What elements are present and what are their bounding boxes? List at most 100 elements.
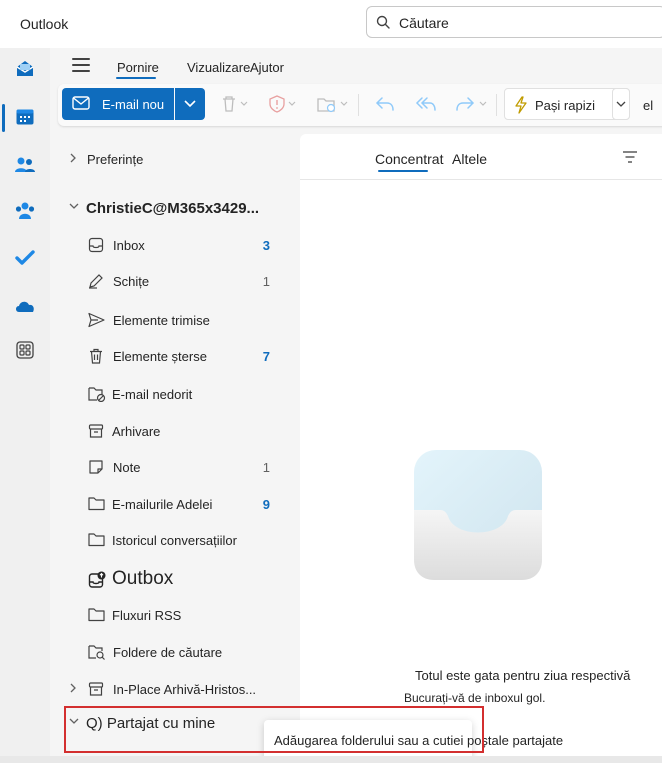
folder-icon (88, 496, 105, 516)
unread-count: 7 (262, 349, 270, 364)
folder-label: Fluxuri RSS (112, 608, 182, 623)
folder-item-drafts[interactable]: Schițe 1 (50, 266, 300, 296)
app-rail (0, 48, 50, 763)
new-mail-label: E-mail nou (102, 97, 165, 112)
onedrive-app-icon[interactable] (13, 294, 37, 318)
todo-app-icon[interactable] (13, 246, 37, 270)
groups-app-icon[interactable] (13, 199, 37, 223)
item-count: 1 (262, 274, 270, 289)
folder-label: E-mail nedorit (112, 387, 193, 402)
item-count: 1 (262, 460, 270, 475)
toolbar-separator (358, 94, 359, 116)
more-apps-icon[interactable] (13, 338, 37, 362)
tab-active-indicator (116, 77, 156, 79)
filter-icon[interactable] (622, 150, 638, 168)
search-icon (376, 15, 390, 34)
folder-item-junk[interactable]: E-mail nedorit (50, 379, 300, 409)
quick-steps-label: Pași rapizi (535, 98, 595, 113)
mail-icon (72, 96, 90, 115)
app-title: Outlook (20, 16, 69, 32)
chevron-right-icon (70, 683, 76, 693)
folder-item-adela[interactable]: E-mailurile Adelei 9 (50, 489, 300, 519)
folder-item-conversation-history[interactable]: Istoricul conversațiilor (50, 525, 300, 555)
chevron-down-icon (616, 101, 626, 107)
reply-all-icon[interactable] (414, 95, 438, 118)
folder-label: E-mailurile Adelei (112, 497, 213, 512)
folder-label: Elemente șterse (113, 349, 207, 364)
folder-item-deleted[interactable]: Elemente șterse 7 (50, 341, 300, 371)
message-list-pane: Concentrat Altele Totul este gata pentru… (300, 134, 662, 763)
archive-icon (88, 423, 104, 444)
folder-item-search-folders[interactable]: Foldere de căutare (50, 637, 300, 667)
drafts-icon (88, 273, 104, 294)
folder-item-sent[interactable]: Elemente trimise (50, 305, 300, 335)
folder-item-rss[interactable]: Fluxuri RSS (50, 600, 300, 630)
reply-icon[interactable] (374, 95, 396, 118)
folder-label: Arhivare (112, 424, 161, 439)
folder-icon (88, 607, 105, 627)
folder-item-notes[interactable]: Note 1 (50, 452, 300, 482)
quick-steps-dropdown[interactable] (612, 88, 630, 120)
empty-state-subtitle: Bucurați-vă de inboxul gol. (404, 691, 546, 705)
forward-icon[interactable] (454, 95, 490, 118)
unread-count: 3 (262, 238, 270, 253)
new-mail-button[interactable]: E-mail nou (62, 88, 174, 120)
folder-label: Schițe (113, 274, 150, 289)
folder-label: Inbox (113, 238, 145, 253)
search-input[interactable]: Căutare (399, 15, 449, 31)
tab-focused[interactable]: Concentrat (375, 151, 443, 167)
pane-divider (300, 179, 662, 180)
tab-view[interactable]: Vizualizare (187, 60, 250, 75)
people-app-icon[interactable] (13, 153, 37, 177)
folder-label: Foldere de căutare (113, 645, 223, 660)
toolbar-separator (496, 94, 497, 116)
chevron-down-icon (184, 100, 196, 108)
tab-help[interactable]: Ajutor (250, 60, 284, 75)
folder-label: Elemente trimise (113, 313, 210, 328)
rail-active-indicator (2, 104, 5, 132)
move-to-folder-icon[interactable] (316, 95, 350, 118)
trash-icon (88, 348, 104, 369)
folder-item-inbox[interactable]: Inbox 3 (50, 230, 300, 260)
outbox-icon (88, 571, 106, 594)
folder-item-outbox[interactable]: Outbox (50, 562, 300, 598)
toolbar-overflow-label[interactable]: el (643, 98, 653, 113)
search-box[interactable]: Căutare (366, 6, 662, 38)
account-row[interactable]: ChristieC@M365x3429... (50, 193, 300, 223)
calendar-app-icon[interactable] (13, 105, 37, 129)
bottom-strip (0, 756, 662, 763)
folder-label: Note (113, 460, 141, 475)
chevron-down-icon (69, 203, 79, 209)
new-mail-dropdown-button[interactable] (175, 88, 205, 120)
focused-tab-indicator (378, 170, 428, 172)
inbox-icon (88, 237, 104, 258)
in-place-archive-label: In-Place Arhivă-Hristos... (113, 682, 257, 697)
note-icon (88, 459, 104, 480)
lightning-icon (515, 96, 527, 114)
ribbon-tabs: Pornire Vizualizare Ajutor (50, 48, 662, 84)
tab-other[interactable]: Altele (452, 151, 487, 167)
preferences-label: Preferințe (87, 152, 144, 167)
main-area: Pornire Vizualizare Ajutor E-mail nou Pa… (50, 48, 662, 763)
mail-app-icon[interactable] (13, 57, 37, 81)
folder-label: Outbox (112, 568, 174, 589)
folder-label: Istoricul conversațiilor (112, 533, 237, 548)
ribbon-toolbar: E-mail nou Pași rapizi el (58, 84, 662, 126)
folder-pane: Preferințe ChristieC@M365x3429... Inbox … (50, 134, 300, 763)
sent-icon (88, 312, 105, 333)
empty-inbox-illustration (410, 450, 546, 589)
unread-count: 9 (262, 497, 270, 512)
preferences-row[interactable]: Preferințe (50, 144, 300, 174)
folder-item-archive[interactable]: Arhivare (50, 416, 300, 446)
in-place-archive-row[interactable]: In-Place Arhivă-Hristos... (50, 674, 300, 704)
title-bar: Outlook Căutare (0, 0, 662, 48)
delete-icon[interactable] (220, 95, 250, 118)
archive-icon (88, 681, 104, 702)
chevron-right-icon (70, 153, 76, 163)
report-icon[interactable] (268, 95, 298, 118)
empty-state-title: Totul este gata pentru ziua respectivă (415, 668, 631, 683)
tab-home[interactable]: Pornire (117, 60, 159, 75)
highlight-box (64, 706, 484, 753)
folder-icon (88, 532, 105, 552)
hamburger-menu-icon[interactable] (72, 58, 90, 72)
